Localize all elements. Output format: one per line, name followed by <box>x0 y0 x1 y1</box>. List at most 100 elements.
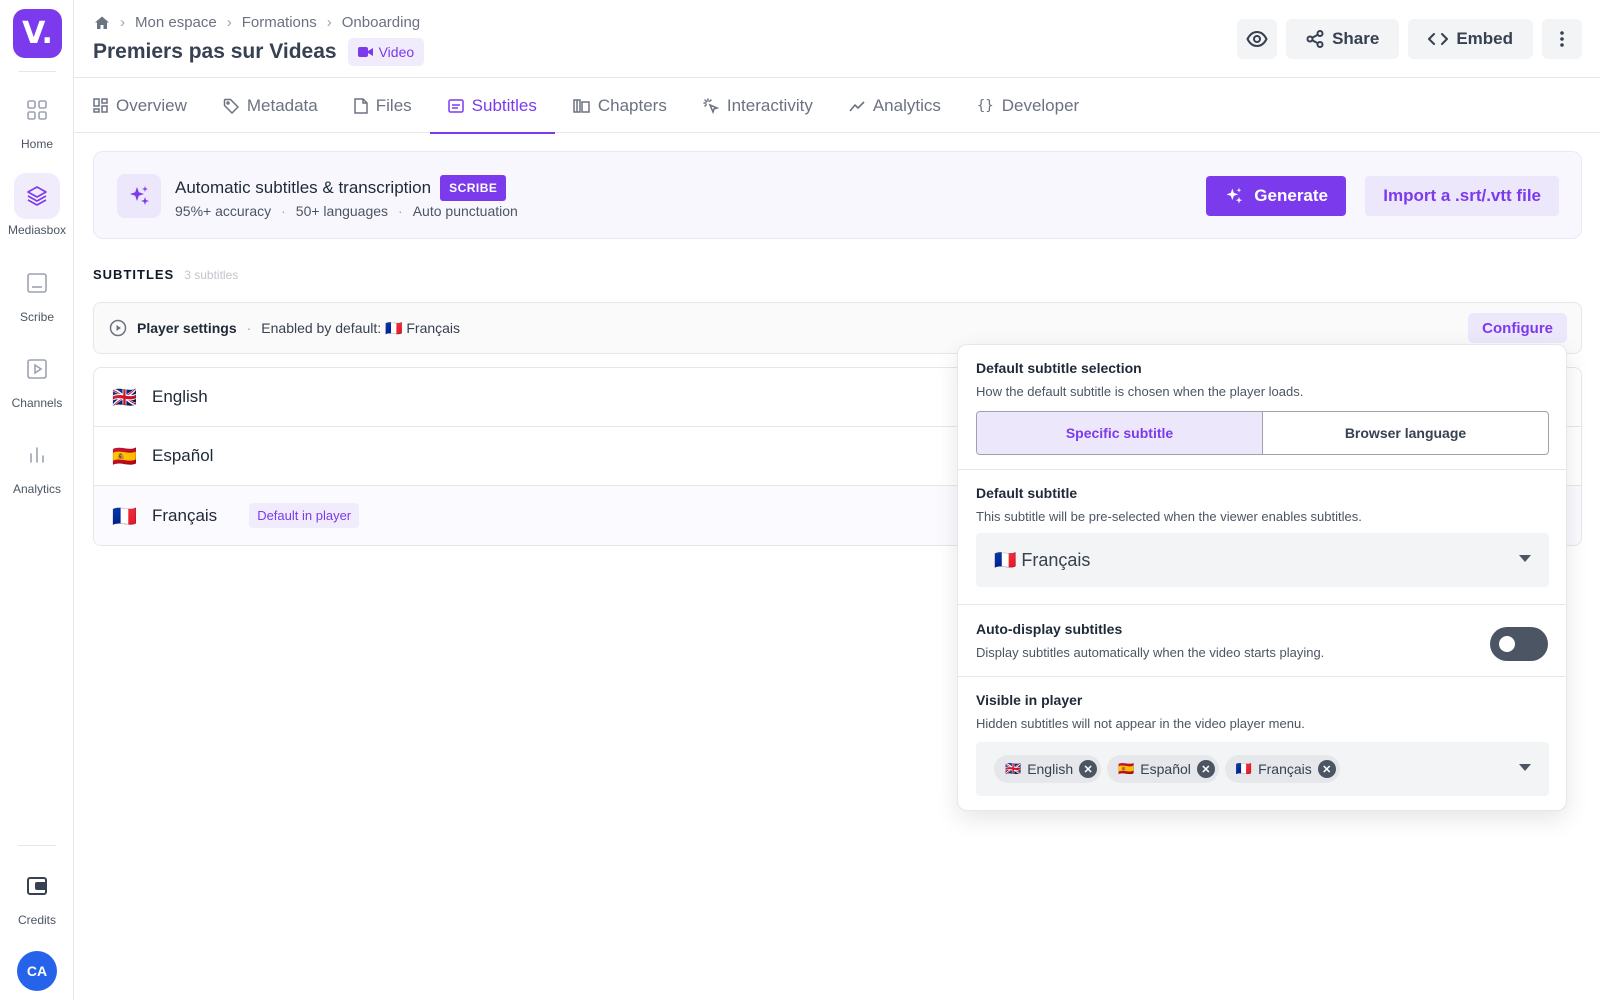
sidebar-divider <box>18 71 56 72</box>
embed-button[interactable]: Embed <box>1408 19 1533 59</box>
option-specific-subtitle[interactable]: Specific subtitle <box>977 412 1263 454</box>
home-icon[interactable] <box>94 15 110 31</box>
sidebar-item-label: Mediasbox <box>7 223 67 237</box>
tab-label: Overview <box>116 95 187 115</box>
sidebar-item-label: Home <box>20 137 53 151</box>
app-logo[interactable]: V. <box>13 9 62 58</box>
sidebar-divider <box>18 845 56 846</box>
breadcrumb-item[interactable]: Mon espace <box>135 14 217 31</box>
tag-icon <box>223 98 239 114</box>
sidebar-item-mediasbox[interactable]: Mediasbox <box>0 173 74 237</box>
tab-developer[interactable]: {} Developer <box>959 78 1097 133</box>
visible-title: Visible in player <box>976 692 1083 708</box>
sparkles-icon <box>1226 187 1243 204</box>
breadcrumb-item[interactable]: Onboarding <box>342 14 420 31</box>
generate-label: Generate <box>1254 186 1328 205</box>
sidebar-item-channels[interactable]: Channels <box>0 346 74 410</box>
visible-desc: Hidden subtitles will not appear in the … <box>976 716 1305 731</box>
type-badge: Video <box>347 38 425 66</box>
page-header: › Mon espace › Formations › Onboarding P… <box>74 0 1600 78</box>
tab-chapters[interactable]: Chapters <box>555 78 685 133</box>
tab-interactivity[interactable]: Interactivity <box>685 78 831 133</box>
sidebar-item-credits[interactable]: Credits <box>0 863 74 927</box>
tab-label: Developer <box>1001 95 1080 115</box>
promo-features: 95%+ accuracy · 50+ languages · Auto pun… <box>175 203 518 219</box>
sidebar-item-analytics[interactable]: Analytics <box>0 432 74 496</box>
sidebar-item-label: Analytics <box>12 482 62 496</box>
pointer-icon <box>703 97 719 114</box>
player-settings-summary: Player settings · Enabled by default: 🇫🇷… <box>109 319 460 337</box>
flag-fr-icon: 🇫🇷 <box>112 503 137 528</box>
file-icon <box>354 97 368 114</box>
dashboard-icon <box>93 98 108 113</box>
sidebar-item-label: Scribe <box>19 310 54 324</box>
default-desc: This subtitle will be pre-selected when … <box>976 509 1362 524</box>
remove-chip-icon[interactable]: ✕ <box>1079 760 1098 778</box>
default-title: Default subtitle <box>976 485 1078 501</box>
auto-desc: Display subtitles automatically when the… <box>976 645 1325 660</box>
tab-metadata[interactable]: Metadata <box>205 78 336 133</box>
chip-francais: 🇫🇷 Français ✕ <box>1224 755 1340 783</box>
selection-desc: How the default subtitle is chosen when … <box>976 384 1304 399</box>
subtitles-section-header: SUBTITLES 3 subtitles <box>93 267 238 282</box>
separator-dot: · <box>398 203 403 219</box>
layers-icon <box>14 173 60 219</box>
flag-gb-icon: 🇬🇧 <box>1005 761 1022 777</box>
sidebar-item-label: Credits <box>17 913 56 927</box>
visible-subtitles-multiselect[interactable]: 🇬🇧 English ✕ 🇪🇸 Español ✕ 🇫🇷 Français ✕ <box>976 742 1549 796</box>
auto-title: Auto-display subtitles <box>976 621 1123 637</box>
preview-button[interactable] <box>1237 19 1278 59</box>
title-row: Premiers pas sur Videas Video <box>93 38 425 66</box>
generate-button[interactable]: Generate <box>1206 176 1346 216</box>
chip-espanol: 🇪🇸 Español ✕ <box>1107 755 1219 783</box>
flag-gb-icon: 🇬🇧 <box>112 385 137 409</box>
tab-label: Files <box>375 95 412 115</box>
play-circle-icon <box>109 319 127 337</box>
sidebar-item-home[interactable]: Home <box>0 87 74 151</box>
play-icon <box>14 346 60 392</box>
trend-icon <box>849 100 865 112</box>
flag-es-icon: 🇪🇸 <box>1118 761 1135 777</box>
tab-label: Subtitles <box>471 95 537 115</box>
tab-overview[interactable]: Overview <box>93 78 205 133</box>
chevron-right-icon: › <box>120 14 125 31</box>
default-subtitle-select[interactable]: 🇫🇷 Français <box>976 533 1549 587</box>
more-vertical-icon <box>1560 31 1564 47</box>
header-actions: Share Embed <box>1237 19 1582 59</box>
more-button[interactable] <box>1542 19 1582 59</box>
auto-display-toggle[interactable] <box>1490 627 1548 661</box>
breadcrumb-item[interactable]: Formations <box>242 14 317 31</box>
page-title: Premiers pas sur Videas <box>93 40 337 63</box>
embed-label: Embed <box>1456 29 1513 48</box>
scribe-promo-card: Automatic subtitles & transcription SCRI… <box>93 151 1582 239</box>
configure-button[interactable]: Configure <box>1468 313 1567 343</box>
share-button[interactable]: Share <box>1286 19 1400 59</box>
selection-title: Default subtitle selection <box>976 360 1142 376</box>
separator-dot: · <box>246 320 252 336</box>
flag-es-icon: 🇪🇸 <box>112 444 137 468</box>
default-subtitle-section: Default subtitle This subtitle will be p… <box>958 470 1566 605</box>
chip-english: 🇬🇧 English ✕ <box>994 755 1102 783</box>
avatar[interactable]: CA <box>17 951 57 991</box>
chip-label: English <box>1027 761 1074 777</box>
eye-icon <box>1246 30 1268 48</box>
selection-mode-toggle: Specific subtitle Browser language <box>976 411 1549 455</box>
auto-display-section: Auto-display subtitles Display subtitles… <box>958 605 1566 677</box>
book-icon <box>573 99 590 113</box>
selection-mode-section: Default subtitle selection How the defau… <box>958 345 1566 470</box>
tab-files[interactable]: Files <box>336 78 430 133</box>
scribe-tag: SCRIBE <box>440 175 507 201</box>
subtitles-icon <box>14 260 60 306</box>
import-file-button[interactable]: Import a .srt/.vtt file <box>1365 176 1559 216</box>
grid-icon <box>14 87 60 133</box>
tab-subtitles[interactable]: Subtitles <box>429 78 556 134</box>
subtitle-name: Español <box>152 446 214 465</box>
option-browser-language[interactable]: Browser language <box>1263 412 1548 454</box>
wallet-icon <box>14 863 60 909</box>
sidebar-item-scribe[interactable]: Scribe <box>0 260 74 324</box>
remove-chip-icon[interactable]: ✕ <box>1317 760 1336 778</box>
remove-chip-icon[interactable]: ✕ <box>1196 760 1215 778</box>
caret-down-icon <box>1519 764 1531 771</box>
code-icon <box>1428 33 1449 45</box>
tab-analytics[interactable]: Analytics <box>831 78 959 133</box>
